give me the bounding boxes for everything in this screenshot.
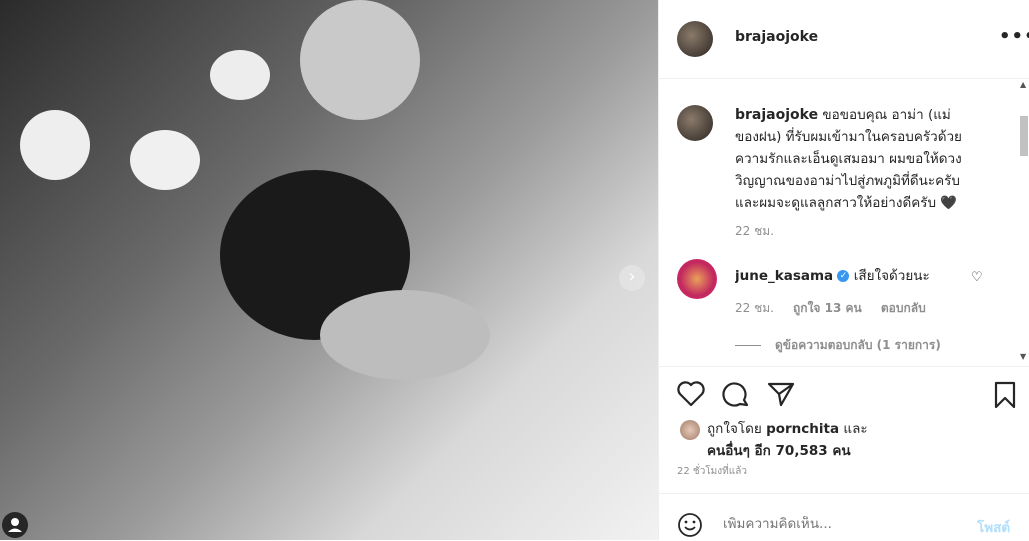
post-header: brajaojoke ••• <box>659 0 1029 79</box>
comments-scrollbar[interactable]: ▲ ▼ <box>1018 80 1028 362</box>
comment-likes[interactable]: ถูกใจ 13 คน <box>793 301 862 315</box>
caption-time: 22 ชม. <box>735 224 774 238</box>
caption: brajaojoke ขอขอบคุณ อาม่า (แม่ของฝน) ที่… <box>735 104 965 214</box>
next-photo-icon[interactable]: › <box>619 265 645 291</box>
comment-like-heart-icon[interactable]: ♡ <box>971 270 983 285</box>
comment-bar: โพสต์ <box>659 493 1029 541</box>
avatar[interactable] <box>677 21 713 57</box>
save-bookmark-icon[interactable] <box>993 381 1017 409</box>
view-replies[interactable]: ดูข้อความตอบกลับ (1 รายการ) <box>735 336 941 355</box>
comment-avatar[interactable] <box>677 259 717 299</box>
scroll-thumb[interactable] <box>1020 116 1028 156</box>
emoji-icon[interactable] <box>677 512 703 538</box>
divider <box>659 366 1029 367</box>
header-username[interactable]: brajaojoke <box>735 29 818 45</box>
likes-summary: ถูกใจโดย pornchita และ คนอื่นๆ อีก 70,58… <box>707 418 868 462</box>
liker-username[interactable]: pornchita <box>766 421 839 437</box>
comment-row: june_kasama ✓ เสียใจด้วยนะ <box>735 264 965 286</box>
replies-line <box>735 345 761 346</box>
post-photo[interactable]: › <box>0 0 658 540</box>
more-horizontal-icon[interactable]: ••• <box>999 26 1029 47</box>
likes-prefix: ถูกใจโดย <box>707 421 762 437</box>
comment-username[interactable]: june_kasama <box>735 268 833 284</box>
likes-and: และ <box>843 421 868 437</box>
post-timestamp[interactable]: 22 ชั่วโมงที่แล้ว <box>677 464 747 479</box>
verified-badge-icon: ✓ <box>837 270 850 282</box>
tagged-user-icon[interactable] <box>2 512 28 538</box>
liker-avatar[interactable] <box>680 420 700 440</box>
likes-count[interactable]: คนอื่นๆ อีก 70,583 คน <box>707 443 851 459</box>
comment-meta: 22 ชม. ถูกใจ 13 คน ตอบกลับ <box>735 299 926 318</box>
comment-input[interactable] <box>723 516 923 532</box>
comment-text: เสียใจด้วยนะ <box>853 268 930 284</box>
reply-button[interactable]: ตอบกลับ <box>881 301 926 315</box>
comment-bubble-icon[interactable] <box>722 381 750 409</box>
post-side-panel: brajaojoke ••• brajaojoke ขอขอบคุณ อาม่า… <box>658 0 1029 540</box>
caption-username[interactable]: brajaojoke <box>735 107 818 123</box>
like-heart-icon[interactable] <box>677 381 705 407</box>
post-comment-button[interactable]: โพสต์ <box>977 516 1010 538</box>
comment-time: 22 ชม. <box>735 301 774 315</box>
view-replies-label[interactable]: ดูข้อความตอบกลับ (1 รายการ) <box>775 338 941 352</box>
caption-avatar[interactable] <box>677 105 713 141</box>
share-paper-plane-icon[interactable] <box>767 381 795 407</box>
